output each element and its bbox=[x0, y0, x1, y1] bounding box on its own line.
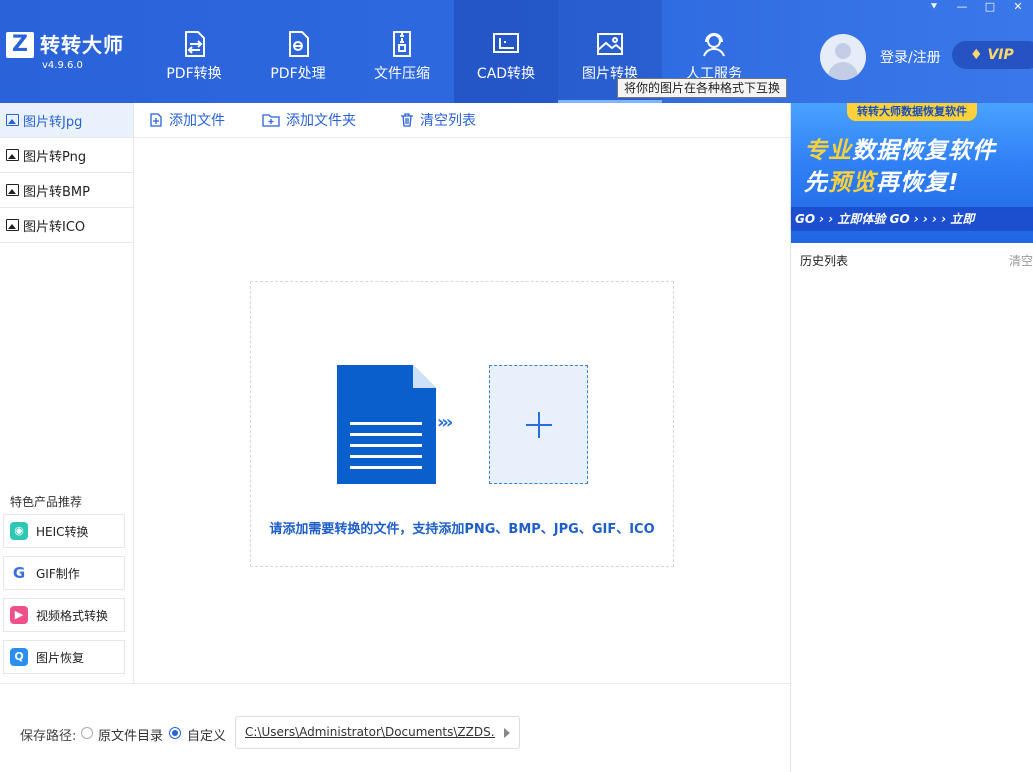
trash-icon bbox=[401, 113, 413, 127]
app-title: 转转大师 bbox=[40, 33, 124, 57]
banner-headline-2: 先预览再恢复! bbox=[804, 170, 960, 196]
clear-list-button[interactable]: 清空列表 bbox=[400, 110, 476, 130]
app-version: v4.9.6.0 bbox=[42, 60, 83, 71]
diamond-icon: ♦ bbox=[970, 47, 988, 63]
sidebar-item-to-jpg[interactable]: 图片转Jpg bbox=[0, 103, 133, 138]
sidebar-item-to-png[interactable]: 图片转Png bbox=[0, 138, 133, 173]
nav-label: 文件压缩 bbox=[374, 66, 430, 82]
add-folder-button[interactable]: 添加文件夹 bbox=[262, 110, 356, 130]
featured-heic[interactable]: ◉ HEIC转换 bbox=[3, 514, 125, 548]
support-icon bbox=[703, 33, 725, 57]
zip-icon bbox=[393, 31, 411, 57]
save-path-label: 保存路径: bbox=[20, 729, 77, 744]
clear-list-label: 清空列表 bbox=[420, 113, 476, 129]
vip-label: VIP bbox=[987, 47, 1014, 63]
featured-video[interactable]: ▶ 视频格式转换 bbox=[3, 598, 125, 632]
picture-icon bbox=[6, 149, 19, 161]
nav-pdf-process[interactable]: PDF处理 bbox=[246, 0, 350, 103]
nav-label: PDF转换 bbox=[166, 66, 222, 82]
promo-banner[interactable]: 转转大师数据恢复软件 专业数据恢复软件 先预览再恢复! GO › › 立即体验 … bbox=[791, 103, 1033, 243]
window-controls: ⯆ — □ ✕ bbox=[925, 0, 1027, 14]
radio-custom-dir[interactable] bbox=[169, 727, 181, 739]
minimize-icon[interactable]: — bbox=[953, 0, 971, 14]
save-path-selector[interactable]: C:\Users\Administrator\Documents\ZZDS... bbox=[235, 716, 520, 749]
picture-icon bbox=[6, 184, 19, 196]
add-file-button[interactable]: 添加文件 bbox=[149, 110, 225, 130]
nav-tooltip: 将你的图片在各种格式下互换 bbox=[617, 78, 788, 98]
dropzone-hint: 请添加需要转换的文件，支持添加PNG、BMP、JPG、GIF、ICO bbox=[269, 522, 655, 537]
file-dropzone[interactable]: ››› 请添加需要转换的文件，支持添加PNG、BMP、JPG、GIF、ICO bbox=[250, 281, 674, 567]
heic-icon: ◉ bbox=[10, 522, 28, 540]
logo-mark: Z bbox=[6, 32, 34, 58]
history-clear-button[interactable]: 清空 bbox=[1009, 252, 1033, 269]
banner-cta-strip[interactable]: GO › › 立即体验 GO › › › › 立即 bbox=[791, 207, 1033, 231]
banner-headline-1: 专业数据恢复软件 bbox=[804, 138, 996, 164]
nav-pdf-convert[interactable]: PDF转换 bbox=[142, 0, 246, 103]
image-icon bbox=[597, 33, 623, 55]
pdf-process-icon bbox=[289, 31, 309, 57]
save-path-text: C:\Users\Administrator\Documents\ZZDS... bbox=[245, 725, 495, 739]
radio-custom-label: 自定义 bbox=[187, 729, 227, 744]
photo-restore-icon: Q bbox=[10, 648, 28, 666]
add-file-box[interactable] bbox=[489, 365, 588, 484]
sidebar-item-label: 图片转BMP bbox=[23, 184, 90, 200]
app-logo: Z 转转大师 v4.9.6.0 bbox=[6, 32, 124, 72]
output-settings: 保存路径: 原文件目录 自定义 C:\Users\Administrator\D… bbox=[0, 683, 790, 772]
video-icon: ▶ bbox=[10, 606, 28, 624]
add-file-icon bbox=[150, 113, 162, 127]
sidebar-item-label: 图片转ICO bbox=[23, 219, 86, 235]
cad-icon bbox=[493, 33, 519, 53]
expand-arrow-icon bbox=[504, 728, 510, 738]
radio-original-dir[interactable] bbox=[81, 727, 93, 739]
sidebar-item-to-ico[interactable]: 图片转ICO bbox=[0, 208, 133, 243]
add-file-label: 添加文件 bbox=[169, 113, 225, 129]
add-folder-label: 添加文件夹 bbox=[286, 113, 356, 129]
file-toolbar: 添加文件 添加文件夹 清空列表 bbox=[134, 103, 790, 138]
history-title: 历史列表 bbox=[800, 254, 849, 268]
banner-tag: 转转大师数据恢复软件 bbox=[847, 103, 977, 121]
featured-label: 视频格式转换 bbox=[36, 608, 109, 623]
gif-icon: G bbox=[10, 564, 28, 582]
document-icon bbox=[337, 365, 436, 484]
top-header: Z 转转大师 v4.9.6.0 PDF转换 PDF处理 文件压缩 CAD转换 图… bbox=[0, 0, 1033, 103]
featured-label: HEIC转换 bbox=[36, 524, 89, 539]
picture-icon bbox=[6, 114, 19, 126]
sidebar-item-to-bmp[interactable]: 图片转BMP bbox=[0, 173, 133, 208]
maximize-icon[interactable]: □ bbox=[981, 0, 999, 14]
login-link[interactable]: 登录/注册 bbox=[880, 47, 941, 67]
menu-arrow-icon[interactable]: ⯆ bbox=[925, 0, 943, 14]
featured-label: GIF制作 bbox=[36, 566, 80, 581]
nav-label: CAD转换 bbox=[476, 66, 536, 82]
picture-icon bbox=[6, 219, 19, 231]
nav-cad[interactable]: CAD转换 bbox=[454, 0, 558, 103]
left-sidebar: 图片转Jpg 图片转Png 图片转BMP 图片转ICO 特色产品推荐 ◉ HEI… bbox=[0, 103, 134, 683]
featured-label: 图片恢复 bbox=[36, 650, 85, 665]
add-folder-icon bbox=[262, 114, 280, 127]
pdf-convert-icon bbox=[185, 31, 205, 57]
sidebar-item-label: 图片转Jpg bbox=[23, 114, 83, 130]
avatar[interactable] bbox=[820, 34, 866, 80]
featured-title: 特色产品推荐 bbox=[10, 495, 83, 509]
featured-photo-restore[interactable]: Q 图片恢复 bbox=[3, 640, 125, 674]
vip-button[interactable]: ♦ VIP bbox=[952, 41, 1033, 69]
convert-arrows-icon: ››› bbox=[437, 412, 453, 433]
sidebar-item-label: 图片转Png bbox=[23, 149, 87, 165]
nav-compress[interactable]: 文件压缩 bbox=[350, 0, 454, 103]
featured-gif[interactable]: G GIF制作 bbox=[3, 556, 125, 590]
right-panel: 转转大师数据恢复软件 专业数据恢复软件 先预览再恢复! GO › › 立即体验 … bbox=[790, 103, 1033, 772]
radio-original-label: 原文件目录 bbox=[98, 729, 164, 744]
nav-label: PDF处理 bbox=[270, 66, 326, 82]
close-icon[interactable]: ✕ bbox=[1009, 0, 1027, 14]
